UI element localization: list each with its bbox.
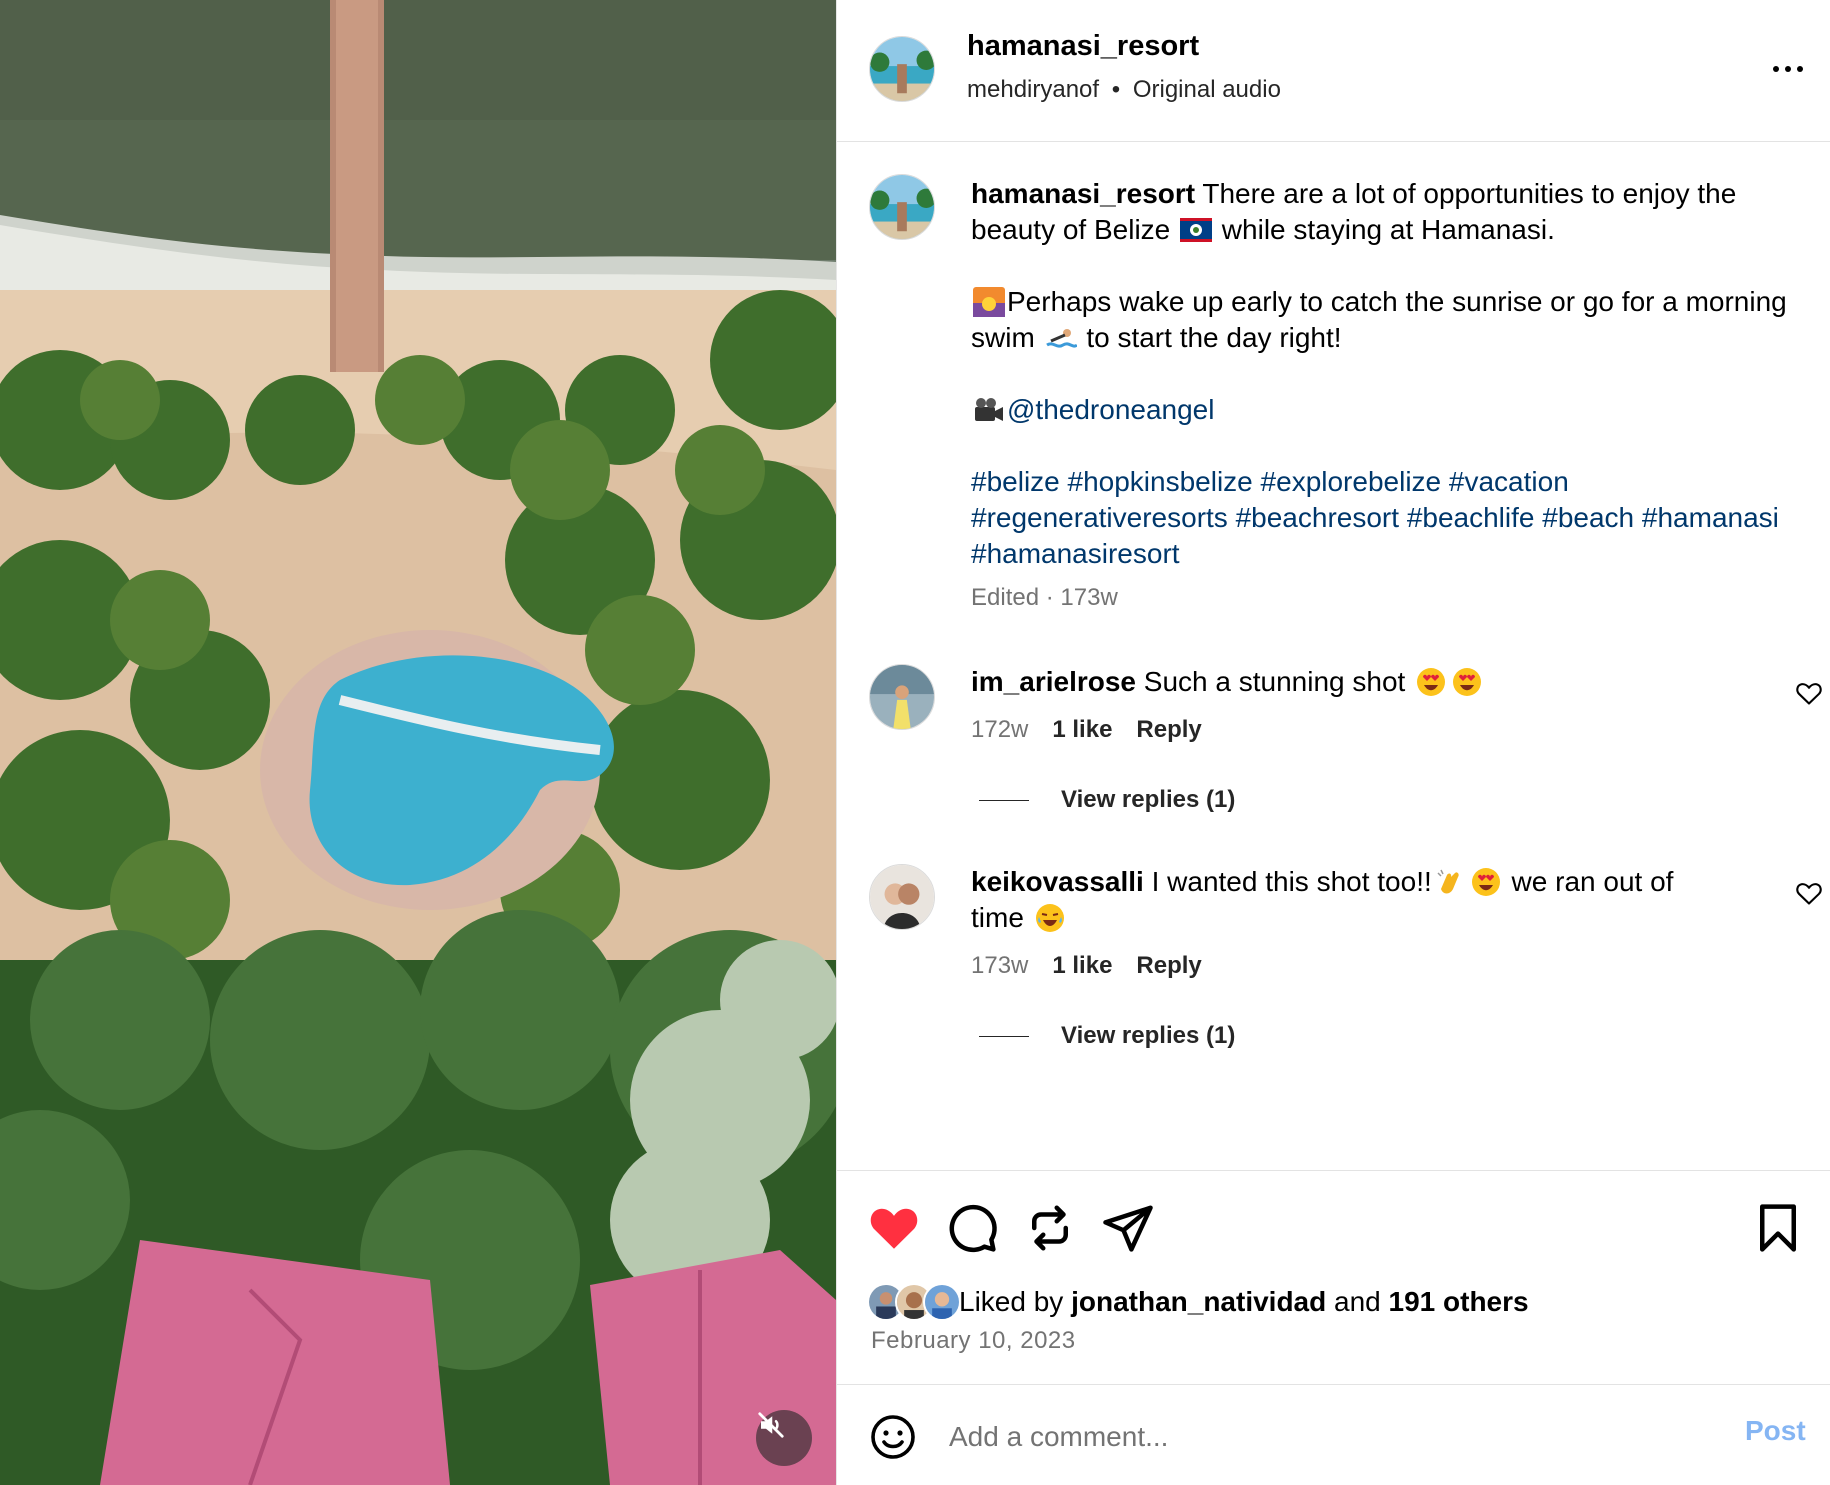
original-audio-link[interactable]: Original audio (1133, 76, 1281, 103)
caption-paragraph-credit: @thedroneangel (971, 392, 1791, 428)
comment-username[interactable]: im_arielrose (971, 666, 1136, 697)
replies-divider (979, 799, 1029, 801)
post-date[interactable]: February 10, 2023 (871, 1327, 1076, 1355)
add-comment-bar: Post (837, 1384, 1830, 1485)
reply-button[interactable]: Reply (1136, 952, 1201, 980)
caption-text-1b: while staying at Hamanasi. (1214, 214, 1555, 245)
caption-paragraph-intro: hamanasi_resort There are a lot of oppor… (971, 176, 1791, 248)
post-actions-section: Liked by jonathan_natividad and 191 othe… (837, 1170, 1830, 1485)
more-dot-icon (1785, 66, 1791, 72)
comment-username[interactable]: keikovassalli (971, 866, 1144, 897)
more-dot-icon (1773, 66, 1779, 72)
swimmer-icon (1045, 329, 1077, 348)
repost-icon[interactable] (1023, 1201, 1077, 1255)
audio-separator: • (1111, 76, 1121, 103)
liker-avatar (923, 1283, 961, 1321)
resort-avatar-image (870, 37, 934, 101)
credit-mention-link[interactable]: @thedroneangel (1007, 394, 1214, 425)
caption-username[interactable]: hamanasi_resort (971, 178, 1195, 209)
hashtag-link[interactable]: #explorebelize (1261, 466, 1442, 497)
author-username[interactable]: hamanasi_resort (967, 30, 1199, 63)
liked-by-summary: Liked by jonathan_natividad and 191 othe… (867, 1283, 1529, 1321)
comment-text: im_arielrose Such a stunning shot (971, 664, 1731, 700)
post-video[interactable] (0, 0, 836, 1485)
comment-likes-count[interactable]: 1 like (1052, 952, 1112, 980)
hashtag-link[interactable]: #beachresort (1236, 502, 1399, 533)
comment-like-heart-icon[interactable] (1795, 680, 1823, 706)
hashtag-link[interactable]: #regenerativeresorts (971, 502, 1228, 533)
sunrise-icon (973, 287, 1005, 317)
comment-like-heart-icon[interactable] (1795, 880, 1823, 906)
comment-bubble-icon[interactable] (945, 1201, 999, 1255)
aerial-resort-image (0, 0, 836, 1485)
mute-button[interactable] (756, 1410, 812, 1466)
heart-eyes-emoji-icon (1453, 668, 1482, 696)
reply-button[interactable]: Reply (1136, 716, 1201, 744)
hashtag-link[interactable]: #belize (971, 466, 1060, 497)
hashtag-link[interactable]: #hopkinsbelize (1068, 466, 1253, 497)
caption-text-2b: to start the day right! (1078, 322, 1342, 353)
hashtag-link[interactable]: #hamanasi (1642, 502, 1779, 533)
commenter-avatar[interactable] (869, 864, 935, 930)
view-replies-label: View replies (1) (1061, 1022, 1236, 1049)
speaker-muted-icon (758, 1412, 784, 1438)
liked-by-avatars[interactable] (867, 1283, 961, 1321)
comment-body-a: I wanted this shot too!! (1143, 866, 1432, 897)
meta-separator: · (1045, 584, 1054, 611)
post-caption: hamanasi_resort There are a lot of oppor… (971, 176, 1791, 608)
caption-paragraph-sunrise: Perhaps wake up early to catch the sunri… (971, 284, 1791, 356)
heart-eyes-emoji-icon (1471, 868, 1500, 896)
comment-age: 172w (971, 716, 1029, 743)
author-avatar[interactable] (869, 36, 935, 102)
movie-camera-icon (975, 398, 1003, 421)
liked-by-middle: and (1326, 1286, 1389, 1317)
commenter-avatar-image (870, 865, 934, 929)
caption-age: 173w (1060, 584, 1118, 611)
post-header: hamanasi_resort mehdiryanof • Original a… (837, 0, 1830, 142)
more-options-button[interactable] (1763, 54, 1813, 84)
hashtag-link[interactable]: #beachlife (1407, 502, 1535, 533)
liked-by-prefix: Liked by (959, 1286, 1072, 1317)
share-send-icon[interactable] (1101, 1201, 1155, 1255)
comment-likes-count[interactable]: 1 like (1052, 716, 1112, 744)
view-replies-button[interactable]: View replies (1) (979, 1022, 1235, 1050)
liked-by-others-link[interactable]: 191 others (1389, 1286, 1529, 1318)
post-details-panel: hamanasi_resort mehdiryanof • Original a… (836, 0, 1830, 1485)
liked-by-user-link[interactable]: jonathan_natividad (1071, 1286, 1326, 1318)
commenter-avatar-image (870, 665, 934, 729)
resort-avatar-image (870, 175, 934, 239)
caption-hashtags: #belize #hopkinsbelize #explorebelize #v… (971, 464, 1791, 572)
clapping-hands-emoji-icon (1437, 869, 1459, 894)
audio-artist-link[interactable]: mehdiryanof (967, 76, 1099, 103)
comment-meta: 172w 1 like Reply (971, 716, 1202, 744)
save-bookmark-icon[interactable] (1751, 1201, 1805, 1255)
caption-meta: Edited · 173w (971, 584, 1118, 612)
commenter-avatar[interactable] (869, 664, 935, 730)
hashtag-link[interactable]: #beach (1542, 502, 1634, 533)
comment-age: 173w (971, 952, 1029, 979)
view-replies-label: View replies (1) (1061, 786, 1236, 813)
hashtag-link[interactable]: #vacation (1449, 466, 1569, 497)
comment-body: Such a stunning shot (1136, 666, 1414, 697)
belize-flag-icon (1180, 218, 1213, 242)
comment-meta: 173w 1 like Reply (971, 952, 1202, 980)
caption-author-avatar[interactable] (869, 174, 935, 240)
view-replies-button[interactable]: View replies (1) (979, 786, 1235, 814)
post-comment-button[interactable]: Post (1745, 1415, 1806, 1447)
more-dot-icon (1797, 66, 1803, 72)
replies-divider (979, 1035, 1029, 1037)
comment-text: keikovassalli I wanted this shot too!! w… (971, 864, 1731, 936)
heart-eyes-emoji-icon (1417, 668, 1446, 696)
edited-label: Edited (971, 584, 1040, 611)
audio-info: mehdiryanof • Original audio (967, 76, 1281, 104)
tears-of-joy-emoji-icon (1035, 904, 1064, 932)
add-comment-input[interactable] (949, 1413, 1649, 1461)
like-heart-icon[interactable] (867, 1201, 921, 1255)
emoji-picker-icon[interactable] (869, 1413, 917, 1461)
hashtag-link[interactable]: #hamanasiresort (971, 538, 1180, 569)
